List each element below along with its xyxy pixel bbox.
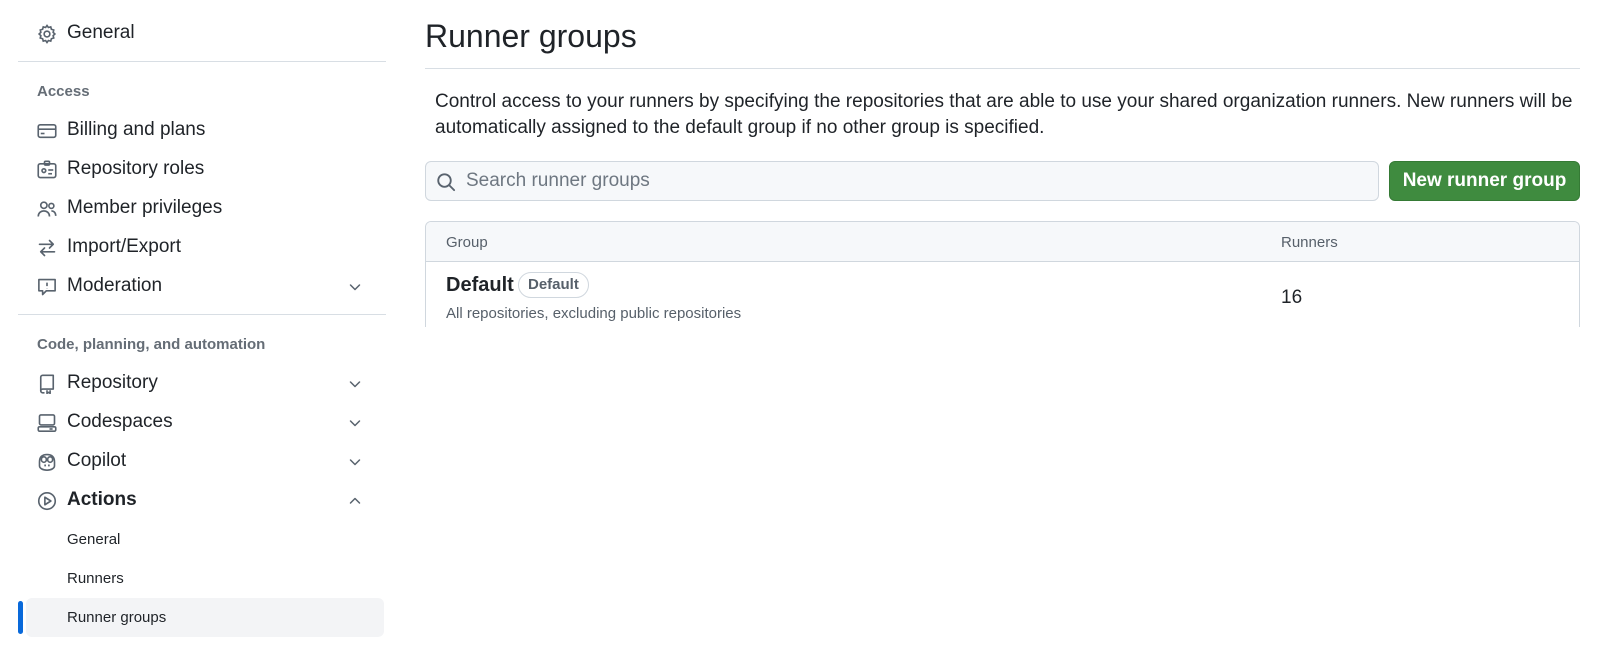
sidebar-divider <box>18 314 386 315</box>
sidebar-subitem-label: Runners <box>67 570 124 587</box>
credit-card-icon <box>36 120 58 142</box>
sidebar-item-repository-roles[interactable]: Repository roles <box>18 150 386 188</box>
play-icon <box>36 490 58 512</box>
sidebar-heading-access: Access <box>37 83 90 100</box>
runner-count: 16 <box>1281 287 1303 308</box>
chevron-down-icon[interactable] <box>347 415 363 431</box>
sidebar-subitem-label: Runner groups <box>67 609 167 626</box>
sidebar-item-label: Import/Export <box>67 236 182 257</box>
sidebar-item-label: Repository roles <box>67 158 205 179</box>
sidebar-item-general[interactable]: General <box>18 14 386 52</box>
active-indicator <box>18 601 23 634</box>
people-icon <box>36 198 58 220</box>
search-icon <box>437 173 456 192</box>
table-header: Group Runners <box>426 222 1579 262</box>
id-badge-icon <box>36 159 58 181</box>
table-row: Default Default All repositories, exclud… <box>426 262 1579 327</box>
chevron-down-icon[interactable] <box>347 454 363 470</box>
sidebar-subitem-label: General <box>67 531 121 548</box>
sidebar-item-billing[interactable]: Billing and plans <box>18 111 386 149</box>
sidebar-subitem-runners[interactable]: Runners <box>26 559 384 598</box>
page-title: Runner groups <box>425 18 637 54</box>
chevron-down-icon[interactable] <box>347 376 363 392</box>
sidebar-item-repository[interactable]: Repository <box>18 364 386 402</box>
sidebar-item-codespaces[interactable]: Codespaces <box>18 403 386 441</box>
title-divider <box>425 68 1580 69</box>
sidebar-item-import-export[interactable]: Import/Export <box>18 228 386 266</box>
new-runner-group-button[interactable]: New runner group <box>1389 161 1580 201</box>
column-header-group: Group <box>446 234 488 251</box>
chevron-up-icon[interactable] <box>347 493 363 509</box>
column-header-runners: Runners <box>1281 234 1338 251</box>
chevron-down-icon[interactable] <box>347 279 363 295</box>
sidebar-subitem-actions-general[interactable]: General <box>26 520 384 559</box>
page-description: Control access to your runners by specif… <box>435 91 1573 138</box>
sidebar-divider <box>18 61 386 62</box>
sidebar-subitem-runner-groups[interactable]: Runner groups <box>26 598 384 637</box>
gear-icon <box>36 23 58 45</box>
sidebar-item-copilot[interactable]: Copilot <box>18 442 386 480</box>
sidebar-item-label: General <box>67 22 135 43</box>
sidebar-heading-code-planning: Code, planning, and automation <box>37 336 266 353</box>
settings-sidebar: General Access Billing and plans Reposit… <box>18 0 386 658</box>
sidebar-item-label: Moderation <box>67 275 163 296</box>
sidebar-item-member-privileges[interactable]: Member privileges <box>18 189 386 227</box>
group-description: All repositories, excluding public repos… <box>446 305 742 322</box>
sidebar-item-label: Billing and plans <box>67 119 206 140</box>
search-box <box>425 161 1379 201</box>
sidebar-item-label: Repository <box>67 372 158 393</box>
sidebar-item-label: Copilot <box>67 450 127 471</box>
sidebar-item-actions[interactable]: Actions <box>18 481 386 519</box>
copilot-icon <box>36 451 58 473</box>
sidebar-item-label: Actions <box>67 489 137 510</box>
default-badge: Default <box>518 272 589 298</box>
sidebar-item-moderation[interactable]: Moderation <box>18 267 386 305</box>
sidebar-item-label: Codespaces <box>67 411 173 432</box>
group-name-link[interactable]: Default <box>446 274 514 297</box>
codespaces-icon <box>36 412 58 434</box>
arrow-switch-icon <box>36 237 58 259</box>
repo-icon <box>36 373 58 395</box>
sidebar-item-label: Member privileges <box>67 197 223 218</box>
search-input[interactable] <box>466 162 1366 200</box>
report-icon <box>36 276 58 298</box>
runner-groups-table: Group Runners Default Default All reposi… <box>425 221 1580 327</box>
